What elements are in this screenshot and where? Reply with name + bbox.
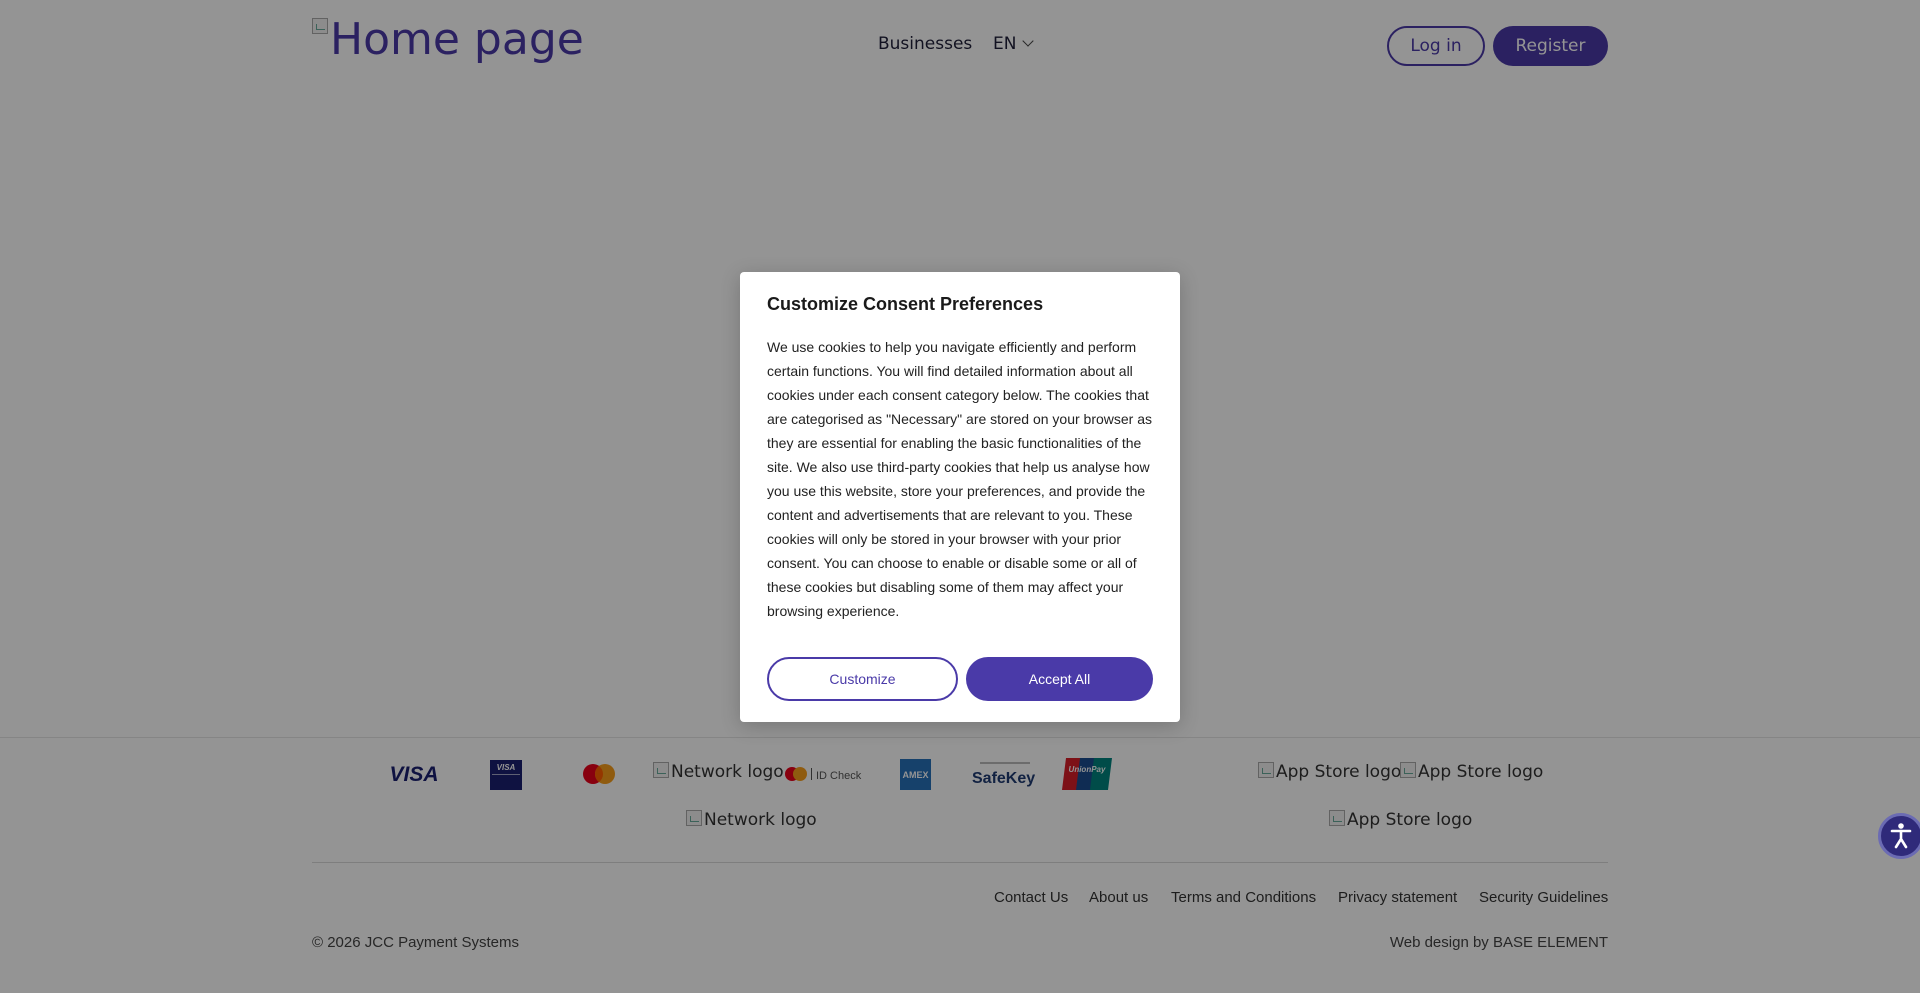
modal-body-text: We use cookies to help you navigate effi… bbox=[767, 339, 1153, 619]
modal-title: Customize Consent Preferences bbox=[767, 294, 1044, 314]
accept-all-button[interactable]: Accept All bbox=[966, 657, 1153, 701]
modal-button-row: Customize Accept All bbox=[767, 657, 1153, 701]
accessibility-button[interactable] bbox=[1878, 813, 1920, 859]
consent-modal: Customize Consent Preferences We use coo… bbox=[740, 272, 1180, 722]
customize-button[interactable]: Customize bbox=[767, 657, 958, 701]
accessibility-icon bbox=[1890, 823, 1912, 849]
